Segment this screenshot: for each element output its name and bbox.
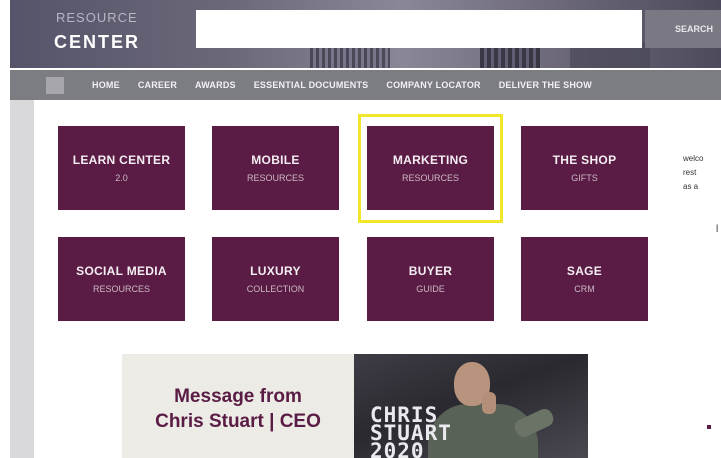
tile-subtitle: RESOURCES: [246, 173, 304, 183]
tile-title: LEARN CENTER: [72, 153, 171, 167]
tile-mobile[interactable]: MOBILE RESOURCES: [212, 126, 339, 210]
main-nav: HOME CAREER AWARDS ESSENTIAL DOCUMENTS C…: [10, 70, 721, 100]
logo-text[interactable]: CENTER: [54, 32, 140, 53]
side-dot: [707, 425, 711, 429]
nav-item-home[interactable]: HOME: [92, 80, 120, 90]
tile-the-shop[interactable]: THE SHOP GIFTS: [521, 126, 648, 210]
welcome-line: as a: [683, 182, 699, 191]
menu-icon[interactable]: [46, 77, 64, 94]
tile-subtitle: GUIDE: [416, 284, 445, 294]
welcome-line: welco: [683, 154, 704, 163]
person-figure: [482, 392, 496, 414]
tile-title: BUYER: [408, 264, 453, 278]
header-search-area: [196, 10, 642, 48]
welcome-line: rest: [683, 168, 697, 177]
tile-subtitle: RESOURCES: [401, 173, 459, 183]
left-sidebar-strip: [10, 100, 34, 458]
tile-title: MOBILE: [251, 153, 300, 167]
tile-title: MARKETING: [392, 153, 469, 167]
tile-subtitle: CRM: [574, 284, 595, 294]
side-text-fragment: l: [716, 224, 719, 235]
tile-luxury[interactable]: LUXURY COLLECTION: [212, 237, 339, 321]
tile-subtitle: GIFTS: [571, 173, 598, 183]
tile-subtitle: RESOURCES: [92, 284, 150, 294]
nav-item-awards[interactable]: AWARDS: [195, 80, 236, 90]
nav-item-documents[interactable]: ESSENTIAL DOCUMENTS: [254, 80, 369, 90]
tile-title: SAGE: [566, 264, 603, 278]
logo-text-small[interactable]: RESOURCE: [56, 10, 138, 25]
tile-subtitle: COLLECTION: [246, 284, 305, 294]
tile-learn-center[interactable]: LEARN CENTER 2.0: [58, 126, 185, 210]
top-button[interactable]: SEARCH: [645, 10, 721, 48]
tile-buyer[interactable]: BUYER GUIDE: [367, 237, 494, 321]
nav-item-career[interactable]: CAREER: [138, 80, 177, 90]
nav-item-deliver[interactable]: DELIVER THE SHOW: [499, 80, 592, 90]
nav-item-company-locator[interactable]: COMPANY LOCATOR: [386, 80, 480, 90]
welcome-text: welco rest as a: [683, 152, 721, 194]
tile-marketing[interactable]: MARKETING RESOURCES: [367, 126, 494, 210]
tile-social-media[interactable]: SOCIAL MEDIA RESOURCES: [58, 237, 185, 321]
tile-title: LUXURY: [250, 264, 301, 278]
tile-title: SOCIAL MEDIA: [76, 264, 167, 278]
tile-subtitle: 2.0: [115, 173, 128, 183]
tile-sage[interactable]: SAGE CRM: [521, 237, 648, 321]
message-heading: Message from: [174, 386, 302, 407]
ceo-photo[interactable]: CHRIS STUART 2020: [354, 354, 588, 458]
ceo-message-banner[interactable]: Message from Chris Stuart | CEO: [122, 354, 354, 458]
tile-title: THE SHOP: [552, 153, 617, 167]
message-subheading: Chris Stuart | CEO: [155, 411, 321, 432]
ceo-name-overlay: CHRIS STUART 2020: [370, 405, 452, 458]
